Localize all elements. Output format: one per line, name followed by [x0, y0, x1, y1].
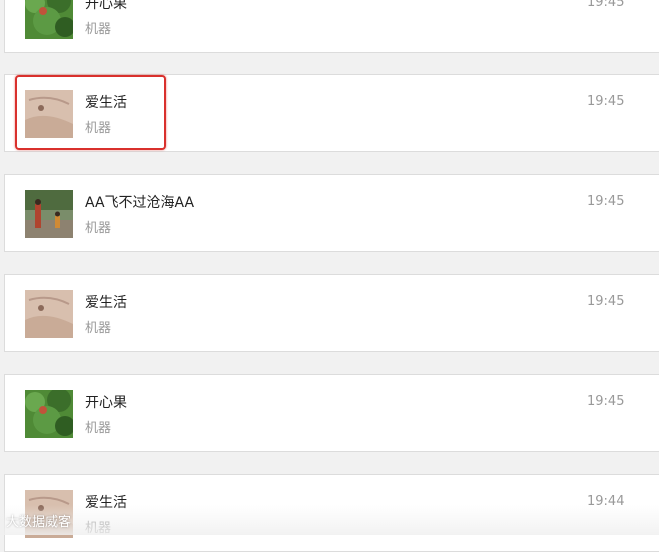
- watermark: 大数据威客: [6, 515, 72, 530]
- conversation-time: 19:45: [587, 94, 625, 109]
- avatar: [25, 190, 73, 238]
- conversation-time: 19:45: [587, 294, 625, 309]
- conversation-name: 开心果: [85, 395, 127, 411]
- conversation-row[interactable]: 开心果 机器 19:45: [4, 374, 659, 452]
- conversation-name: 开心果: [85, 0, 127, 12]
- conversation-subtitle: 机器: [85, 421, 112, 436]
- conversation-name: 爱生活: [85, 295, 127, 311]
- conversation-subtitle: 机器: [85, 22, 112, 37]
- avatar: [25, 390, 73, 438]
- conversation-row[interactable]: 开心果 机器 19:45: [4, 0, 659, 53]
- conversation-subtitle: 机器: [85, 221, 112, 236]
- highlight-box: [15, 75, 166, 150]
- conversation-time: 19:45: [587, 0, 625, 10]
- conversation-time: 19:45: [587, 194, 625, 209]
- bottom-fade: [0, 505, 659, 535]
- avatar: [25, 0, 73, 39]
- avatar: [25, 290, 73, 338]
- conversation-name: AA飞不过沧海AA: [85, 195, 195, 211]
- conversation-row[interactable]: AA飞不过沧海AA 机器 19:45: [4, 174, 659, 252]
- conversation-time: 19:45: [587, 394, 625, 409]
- conversation-subtitle: 机器: [85, 321, 112, 336]
- conversation-row[interactable]: 爱生活 机器 19:45: [4, 274, 659, 352]
